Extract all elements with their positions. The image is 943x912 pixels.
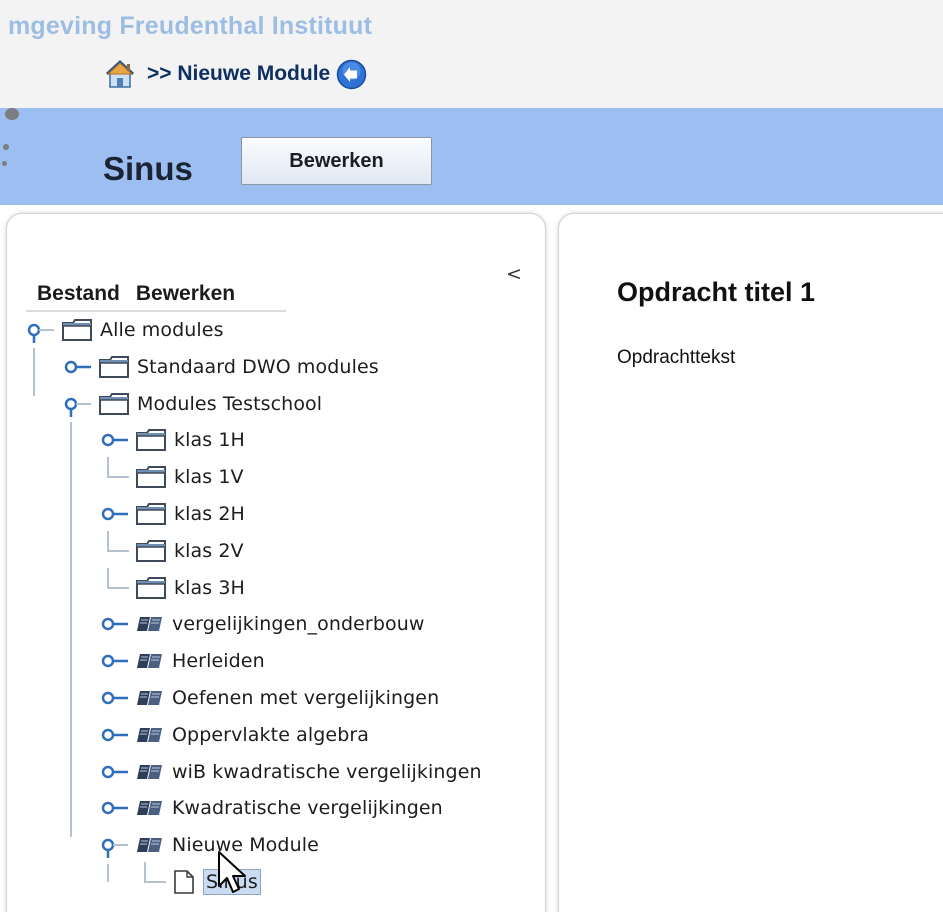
tree-item-label[interactable]: Herleiden	[172, 650, 265, 672]
tree-connector-line	[144, 862, 146, 882]
tree-item-label[interactable]: Kwadratische vergelijkingen	[172, 797, 443, 819]
decorative-dot	[2, 161, 7, 166]
tree-item[interactable]: wiB kwadratische vergelijkingen	[135, 754, 482, 790]
tree-connector-line	[107, 549, 129, 552]
document-icon	[172, 869, 196, 895]
book-icon	[135, 726, 165, 744]
assignment-text: Opdrachttekst	[617, 347, 736, 368]
folder-icon	[135, 428, 167, 452]
tree-connector-line	[33, 348, 35, 396]
back-arrow-icon[interactable]	[336, 59, 367, 90]
folder-icon	[135, 576, 167, 600]
tree-item-label[interactable]: Alle modules	[100, 319, 224, 341]
tree-expand-toggle-icon[interactable]	[100, 614, 128, 634]
tree-item-label[interactable]: Modules Testschool	[137, 393, 322, 415]
tree-collapse-toggle-icon[interactable]	[100, 838, 128, 859]
tree-item[interactable]: Oefenen met vergelijkingen	[135, 680, 439, 716]
breadcrumb: >> Nieuwe Module	[103, 57, 367, 91]
breadcrumb-text[interactable]: >> Nieuwe Module	[147, 62, 330, 86]
mouse-cursor-icon	[218, 851, 246, 893]
assignment-title: Opdracht titel 1	[617, 277, 816, 307]
tree-item[interactable]: Herleiden	[135, 643, 265, 679]
tree-item-label[interactable]: klas 1H	[174, 429, 245, 451]
tree-expand-toggle-icon[interactable]	[100, 798, 128, 818]
book-icon	[135, 615, 165, 633]
tree-item-label[interactable]: Standaard DWO modules	[137, 356, 379, 378]
tree-item-label[interactable]: klas 1V	[174, 466, 244, 488]
tree-item[interactable]: klas 3H	[135, 570, 245, 606]
tree-item[interactable]: Alle modules	[61, 312, 224, 348]
tree-collapse-toggle-icon[interactable]	[26, 323, 54, 343]
tree-connector-line	[107, 864, 109, 882]
folder-icon	[135, 502, 167, 526]
tree-connector-line	[144, 881, 166, 883]
tree-connector-line	[107, 476, 129, 479]
tree-item[interactable]: vergelijkingen_onderbouw	[135, 606, 425, 642]
folder-icon	[135, 539, 167, 563]
app-title: mgeving Freudenthal Instituut	[8, 12, 373, 40]
content-panel	[558, 213, 943, 912]
decorative-dot	[5, 108, 19, 120]
folder-icon	[61, 318, 93, 342]
book-icon	[135, 689, 165, 707]
tree-item-label[interactable]: Oefenen met vergelijkingen	[172, 687, 439, 709]
module-title: Sinus	[103, 150, 193, 187]
folder-icon	[98, 355, 130, 379]
tree-expand-toggle-icon[interactable]	[100, 762, 128, 782]
tree-item[interactable]: Modules Testschool	[98, 386, 322, 422]
edit-button[interactable]: Bewerken	[241, 137, 432, 185]
module-toolbar: Sinus Bewerken	[0, 108, 943, 205]
tree-connector-line	[70, 422, 72, 838]
tree-connector-line	[107, 530, 109, 551]
tree-item-label[interactable]: vergelijkingen_onderbouw	[172, 613, 425, 635]
tree-connector-line	[107, 567, 109, 588]
book-icon	[135, 763, 165, 781]
tree-expand-toggle-icon[interactable]	[100, 504, 128, 524]
tree-connector-line	[107, 457, 109, 478]
menu-bar: Bestand Bewerken	[26, 278, 286, 312]
tree-expand-toggle-icon[interactable]	[100, 725, 128, 745]
tree-item[interactable]: klas 2H	[135, 496, 245, 532]
tree-item[interactable]: Standaard DWO modules	[98, 349, 379, 385]
tree-item-label[interactable]: klas 2V	[174, 540, 244, 562]
collapse-panel-button[interactable]: <	[506, 263, 522, 285]
tree-item[interactable]: klas 1H	[135, 422, 245, 458]
tree-connector-line	[107, 586, 129, 589]
tree-item-label[interactable]: klas 3H	[174, 577, 245, 599]
home-icon[interactable]	[103, 59, 137, 89]
tree-collapse-toggle-icon[interactable]	[63, 397, 91, 417]
book-icon	[135, 836, 165, 854]
tree-item-label[interactable]: Oppervlakte algebra	[172, 724, 369, 746]
tree-item[interactable]: Kwadratische vergelijkingen	[135, 790, 443, 826]
book-icon	[135, 799, 165, 817]
tree-expand-toggle-icon[interactable]	[63, 357, 91, 377]
tree-item[interactable]: klas 1V	[135, 459, 244, 495]
tree-item-label[interactable]: klas 2H	[174, 503, 245, 525]
book-icon	[135, 652, 165, 670]
menu-bestand[interactable]: Bestand	[37, 282, 120, 306]
app-header: mgeving Freudenthal Instituut >> Nieuwe …	[0, 0, 943, 108]
folder-icon	[135, 465, 167, 489]
tree-expand-toggle-icon[interactable]	[100, 688, 128, 708]
menu-bewerken[interactable]: Bewerken	[136, 282, 235, 306]
tree-item-label[interactable]: wiB kwadratische vergelijkingen	[172, 761, 482, 783]
decorative-dot	[3, 144, 9, 150]
tree-expand-toggle-icon[interactable]	[100, 430, 128, 450]
folder-icon	[98, 392, 130, 416]
tree-item[interactable]: klas 2V	[135, 533, 244, 569]
tree-item[interactable]: Oppervlakte algebra	[135, 717, 369, 753]
tree-expand-toggle-icon[interactable]	[100, 651, 128, 671]
